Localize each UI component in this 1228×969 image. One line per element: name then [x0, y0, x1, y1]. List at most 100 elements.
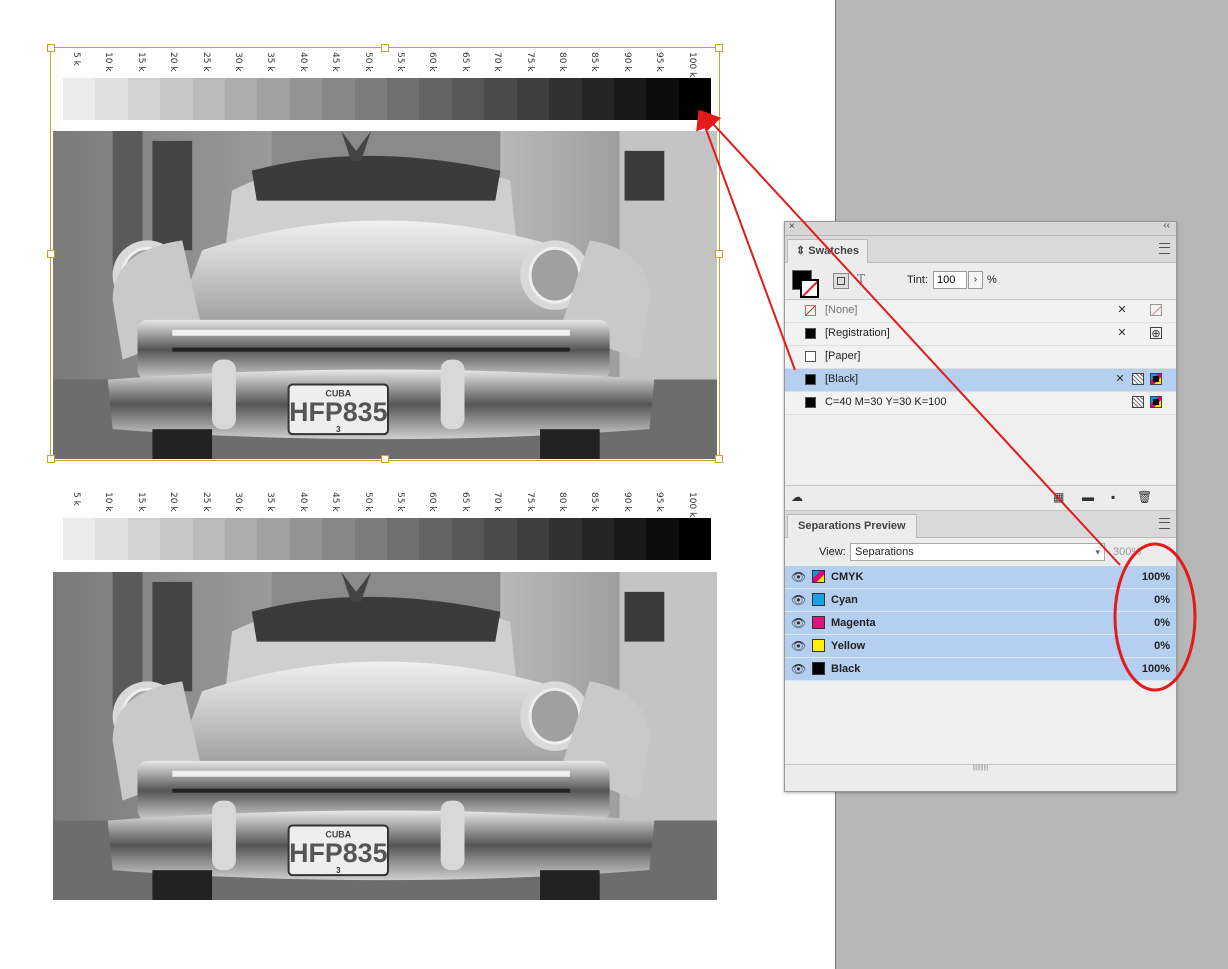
- ramp-label: 85 k: [581, 52, 613, 76]
- tint-patch: [289, 518, 323, 560]
- swatch-row[interactable]: [Paper]: [785, 346, 1176, 369]
- ramp-label: 100 k: [679, 492, 711, 517]
- ramp-label: 10 k: [95, 52, 127, 76]
- ramp-label: 75 k: [517, 52, 549, 76]
- ramp-label: 35 k: [257, 52, 289, 76]
- tab-separations-preview[interactable]: Separations Preview: [787, 514, 917, 538]
- ramp-label-text: 55 k: [395, 52, 405, 72]
- ramp-label: 50 k: [355, 52, 387, 76]
- tint-patch: [451, 518, 485, 560]
- panel-titlebar[interactable]: × ‹‹: [785, 220, 1176, 236]
- swatch-row[interactable]: [Black] ✕: [785, 369, 1176, 392]
- new-swatch-icon[interactable]: ▪: [1111, 490, 1115, 504]
- swatch-name: [None]: [825, 304, 858, 316]
- ramp-label: 15 k: [128, 492, 160, 516]
- ramp-label: 30 k: [225, 492, 257, 516]
- resize-handle[interactable]: [715, 44, 723, 52]
- ramp-label-text: 60 k: [427, 52, 438, 72]
- eye-icon[interactable]: 👁: [791, 593, 806, 607]
- swatch-row[interactable]: [None] ✕: [785, 300, 1176, 323]
- swatch-row[interactable]: C=40 M=30 Y=30 K=100: [785, 392, 1176, 415]
- car-photo-top[interactable]: CUBA HFP835 3: [51, 131, 719, 459]
- formatting-text-icon[interactable]: T: [857, 272, 865, 286]
- ramp-label-text: 95 k: [654, 52, 665, 72]
- swatch-chip: [805, 351, 816, 362]
- tint-patch: [160, 78, 193, 120]
- formatting-container-button[interactable]: [833, 273, 849, 289]
- swatch-name: [Paper]: [825, 350, 861, 362]
- view-select[interactable]: Separations ▾: [850, 543, 1105, 561]
- tint-patch: [160, 518, 193, 560]
- registration-icon: ⊕: [1150, 327, 1162, 340]
- no-edit-icon: ✕: [1117, 327, 1127, 339]
- tint-unit: %: [987, 274, 997, 286]
- separation-row[interactable]: 👁 Yellow 0%: [785, 635, 1176, 658]
- tint-patch: [63, 518, 96, 560]
- eye-icon[interactable]: 👁: [791, 639, 806, 653]
- cloud-library-icon[interactable]: ☁: [791, 490, 803, 504]
- tint-patch: [354, 518, 388, 560]
- tint-patch: [192, 518, 226, 560]
- separation-row[interactable]: 👁 CMYK 100%: [785, 566, 1176, 589]
- plate-number: HFP835: [289, 397, 387, 427]
- tint-slider-button[interactable]: ›: [968, 271, 983, 289]
- tint-patch: [257, 518, 290, 560]
- eye-icon[interactable]: 👁: [791, 616, 806, 630]
- ramp-label: 20 k: [160, 52, 192, 76]
- swatch-row[interactable]: [Registration] ✕ ⊕: [785, 323, 1176, 346]
- resize-handle[interactable]: [47, 44, 55, 52]
- car-photo-bottom[interactable]: CUBA HFP835 3: [51, 572, 719, 900]
- panel-menu-icon[interactable]: [1159, 518, 1170, 529]
- eye-icon[interactable]: 👁: [791, 662, 806, 676]
- tint-patch: [516, 78, 550, 120]
- ramp-label-text: 35 k: [265, 492, 276, 512]
- plate-name: Magenta: [831, 617, 876, 629]
- separation-row[interactable]: 👁 Black 100%: [785, 658, 1176, 681]
- ramp-label: 55 k: [387, 492, 419, 516]
- resize-handle[interactable]: [381, 44, 389, 52]
- ramp-label-text: 15 k: [135, 52, 146, 72]
- tint-patch: [678, 78, 712, 120]
- plate-value: 100%: [1141, 663, 1170, 675]
- no-edit-icon: ✕: [1115, 373, 1125, 385]
- ramp-label: 45 k: [322, 492, 354, 516]
- ramp-label-text: 95 k: [654, 492, 665, 512]
- ramp-label-text: 80 k: [557, 52, 567, 72]
- show-swatch-types-icon[interactable]: ▦: [1053, 490, 1064, 504]
- ramp-label-text: 30 k: [233, 52, 243, 72]
- ramp-label-text: 25 k: [200, 492, 211, 512]
- tint-patch: [581, 78, 614, 120]
- ramp-label-text: 70 k: [492, 492, 503, 512]
- trash-icon[interactable]: 🗑: [1137, 490, 1152, 504]
- swatch-list: [None] ✕ [Registration] ✕ ⊕ [Paper] [Black] ✕ C=…: [785, 300, 1176, 486]
- ramp-label-text: 20 k: [168, 492, 179, 512]
- ramp-label: 90 k: [614, 492, 646, 516]
- ramp-label: 70 k: [484, 492, 516, 516]
- ramp-labels: 5 k 10 k 15 k 20 k 25 k 30 k 35 k 40 k 45 k 50 k 5…: [63, 52, 711, 77]
- ramp-label-text: 90 k: [621, 492, 632, 512]
- ramp-label: 30 k: [225, 52, 257, 76]
- tint-patch: [322, 78, 355, 120]
- stroke-swatch[interactable]: [800, 279, 819, 298]
- tint-patch: [419, 78, 452, 120]
- collapse-icon[interactable]: ‹‹: [1163, 220, 1170, 231]
- eye-icon[interactable]: 👁: [791, 570, 806, 584]
- plate-value: 0%: [1154, 640, 1170, 652]
- ramp-label: 35 k: [257, 492, 289, 516]
- close-icon[interactable]: ×: [789, 221, 795, 232]
- tab-swatches[interactable]: ⇕ Swatches: [787, 239, 869, 263]
- swatches-separations-panel: × ‹‹ ⇕ Swatches T Tint: › % [None]✕[Regi…: [784, 220, 1177, 792]
- ramp-label: 95 k: [646, 492, 678, 516]
- ramp-patches: [63, 518, 712, 560]
- tint-patch: [581, 518, 614, 560]
- new-color-group-icon[interactable]: ▬: [1082, 490, 1094, 504]
- separation-row[interactable]: 👁 Magenta 0%: [785, 612, 1176, 635]
- swatch-name: C=40 M=30 Y=30 K=100: [825, 396, 947, 408]
- tint-patch: [484, 518, 517, 560]
- ramp-label-text: 5 k: [71, 492, 81, 506]
- separation-row[interactable]: 👁 Cyan 0%: [785, 589, 1176, 612]
- panel-menu-icon[interactable]: [1159, 243, 1170, 254]
- resize-grip-icon[interactable]: ||||||||||: [785, 765, 1176, 771]
- tint-patch: [613, 518, 647, 560]
- tint-input[interactable]: [933, 271, 967, 289]
